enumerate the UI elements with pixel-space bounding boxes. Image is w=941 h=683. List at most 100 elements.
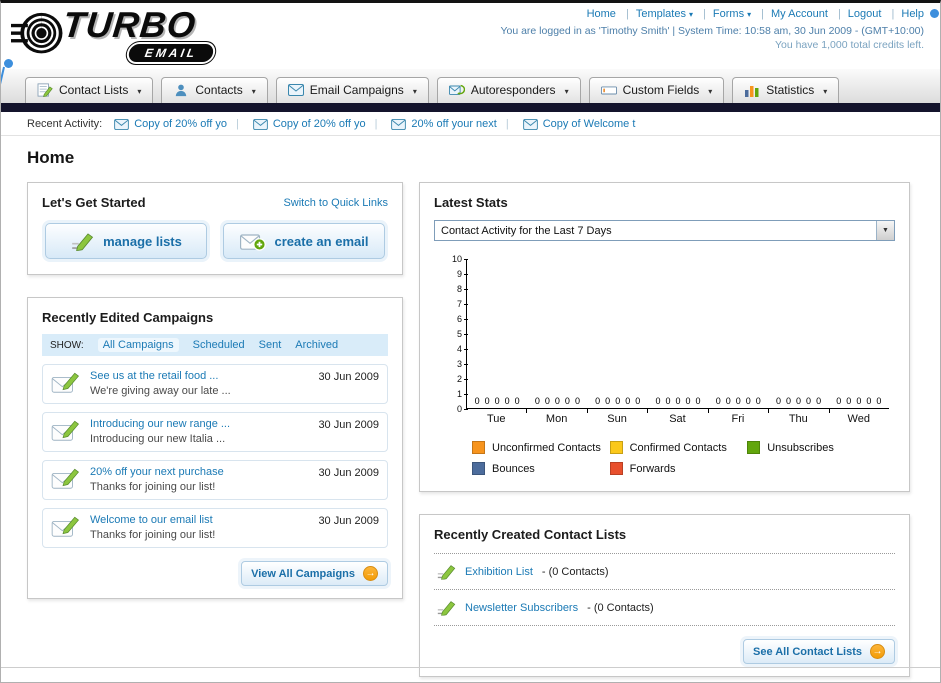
tab-autoresponders[interactable]: Autoresponders <box>436 77 581 103</box>
nav-link-templates[interactable]: Templates <box>619 8 693 20</box>
filter-scheduled[interactable]: Scheduled <box>193 339 245 351</box>
chart-bar-group: 00000 <box>588 259 648 408</box>
recent-activity-item[interactable]: Copy of 20% off yo <box>227 118 366 130</box>
stats-period-select[interactable]: Contact Activity for the Last 7 Days <box>434 220 895 241</box>
tab-label: Autoresponders <box>470 83 556 97</box>
tab-contacts[interactable]: Contacts <box>161 77 268 103</box>
recent-activity-item[interactable]: Copy of 20% off yo <box>114 118 227 130</box>
tab-label: Contacts <box>195 83 243 97</box>
contact-list-count: - (0 Contacts) <box>541 565 609 578</box>
contact-activity-chart: 0 1 2 3 4 5 6 7 8 9 10 000000000000000000000000000… <box>434 254 895 475</box>
nav-link-label: Home <box>586 8 616 20</box>
dropdown-arrow-icon <box>876 221 894 240</box>
nav-link-forms[interactable]: Forms <box>696 8 751 20</box>
envelope-pencil-icon <box>51 371 81 395</box>
chart-value-label: 0 <box>564 396 570 406</box>
button-label: create an email <box>274 233 369 249</box>
chevron-down-icon <box>744 8 751 20</box>
campaign-title-link[interactable]: See us at the retail food ... <box>90 370 309 382</box>
chevron-down-icon <box>134 83 141 97</box>
chart-y-tick: 7 <box>457 299 468 309</box>
footer-divider <box>1 667 940 668</box>
latest-stats-panel: Latest Stats Contact Activity for the La… <box>419 182 910 492</box>
recent-activity-item[interactable]: Copy of Welcome t <box>497 118 635 130</box>
chart-value-label: 0 <box>755 396 761 406</box>
right-column: Latest Stats Contact Activity for the La… <box>419 182 910 682</box>
recent-activity-item-label: Copy of 20% off yo <box>134 118 227 130</box>
chart-value-label: 0 <box>534 396 540 406</box>
filter-archived[interactable]: Archived <box>295 339 338 351</box>
contact-list-link[interactable]: Newsletter Subscribers <box>465 602 578 614</box>
tab-email-campaigns[interactable]: Email Campaigns <box>275 77 429 103</box>
chart-value-label: 0 <box>544 396 550 406</box>
chart-plot-area: 00000000000000000000000000000000000 <box>466 259 889 409</box>
button-label: View All Campaigns <box>251 567 355 580</box>
chart-y-tick: 4 <box>457 344 468 354</box>
switch-quick-links-link[interactable]: Switch to Quick Links <box>283 197 388 209</box>
chart-bar-group: 00000 <box>768 259 828 408</box>
chart-value-label: 0 <box>836 396 842 406</box>
legend-item: Unsubscribes <box>747 441 885 454</box>
filter-all-campaigns[interactable]: All Campaigns <box>97 338 179 352</box>
tab-custom-fields[interactable]: Custom Fields <box>588 77 725 103</box>
contact-lists-panel-title: Recently Created Contact Lists <box>434 527 627 542</box>
chart-value-label: 0 <box>595 396 601 406</box>
show-label: SHOW: <box>50 339 84 351</box>
chart-value-label: 0 <box>625 396 631 406</box>
chart-y-tick: 6 <box>457 314 468 324</box>
nav-link-logout[interactable]: Logout <box>831 8 882 20</box>
campaign-filter-bar: SHOW: All Campaigns Scheduled Sent Archi… <box>42 334 388 356</box>
chart-value-label: 0 <box>735 396 741 406</box>
chart-y-tick: 3 <box>457 359 468 369</box>
get-started-title: Let's Get Started <box>42 195 146 210</box>
chart-x-label: Wed <box>828 409 889 425</box>
chart-y-tick: 8 <box>457 284 468 294</box>
nav-link-home[interactable]: Home <box>587 8 616 20</box>
pencil-icon <box>436 599 456 616</box>
chart-value-label: 0 <box>605 396 611 406</box>
envelope-icon <box>288 83 304 97</box>
nav-link-label: My Account <box>771 8 828 20</box>
campaign-row: Introducing our new range ... Introducin… <box>42 412 388 452</box>
person-icon <box>173 83 189 97</box>
nav-link-help[interactable]: Help <box>885 8 924 20</box>
legend-swatch <box>472 441 485 454</box>
chart-x-label: Sun <box>586 409 647 425</box>
chart-value-row: 00000 <box>836 396 881 408</box>
chart-value-label: 0 <box>806 396 812 406</box>
chart-x-axis: Tue Mon Sun Sat Fri Thu Wed <box>466 409 889 425</box>
campaign-title-link[interactable]: 20% off your next purchase <box>90 466 309 478</box>
recent-activity-item[interactable]: 20% off your next <box>366 118 497 130</box>
campaign-subtitle: We're giving away our late ... <box>90 385 231 397</box>
tab-statistics[interactable]: Statistics <box>732 77 840 103</box>
contact-list-link[interactable]: Exhibition List <box>465 566 533 578</box>
tab-contact-lists[interactable]: Contact Lists <box>25 77 154 103</box>
app-logo: TURBO EMAIL <box>11 4 271 66</box>
page-title: Home <box>27 148 75 167</box>
chart-value-label: 0 <box>514 396 520 406</box>
campaign-title-link[interactable]: Welcome to our email list <box>90 514 309 526</box>
chart-y-axis: 0 1 2 3 4 5 6 7 8 9 10 <box>440 254 468 414</box>
view-all-campaigns-button[interactable]: View All Campaigns <box>241 561 388 586</box>
campaign-row: See us at the retail food ... We're givi… <box>42 364 388 404</box>
chart-value-label: 0 <box>856 396 862 406</box>
envelope-pencil-icon <box>51 467 81 491</box>
see-all-contact-lists-button[interactable]: See All Contact Lists <box>742 639 895 664</box>
nav-link-my-account[interactable]: My Account <box>754 8 828 20</box>
chart-value-label: 0 <box>655 396 661 406</box>
chart-bar-group: 00000 <box>648 259 708 408</box>
chart-legend: Unconfirmed Contacts Confirmed Contacts Un… <box>472 441 889 475</box>
manage-lists-button[interactable]: manage lists <box>45 223 207 259</box>
campaigns-panel-title: Recently Edited Campaigns <box>42 310 214 325</box>
chart-value-label: 0 <box>745 396 751 406</box>
legend-label: Unconfirmed Contacts <box>492 441 601 454</box>
create-email-button[interactable]: create an email <box>223 223 385 259</box>
chart-value-row: 00000 <box>535 396 580 408</box>
chart-value-label: 0 <box>846 396 852 406</box>
nav-link-label: Templates <box>635 8 686 20</box>
chart-value-label: 0 <box>695 396 701 406</box>
campaign-subtitle: Thanks for joining our list! <box>90 529 216 541</box>
chart-value-label: 0 <box>474 396 480 406</box>
campaign-title-link[interactable]: Introducing our new range ... <box>90 418 309 430</box>
filter-sent[interactable]: Sent <box>259 339 282 351</box>
